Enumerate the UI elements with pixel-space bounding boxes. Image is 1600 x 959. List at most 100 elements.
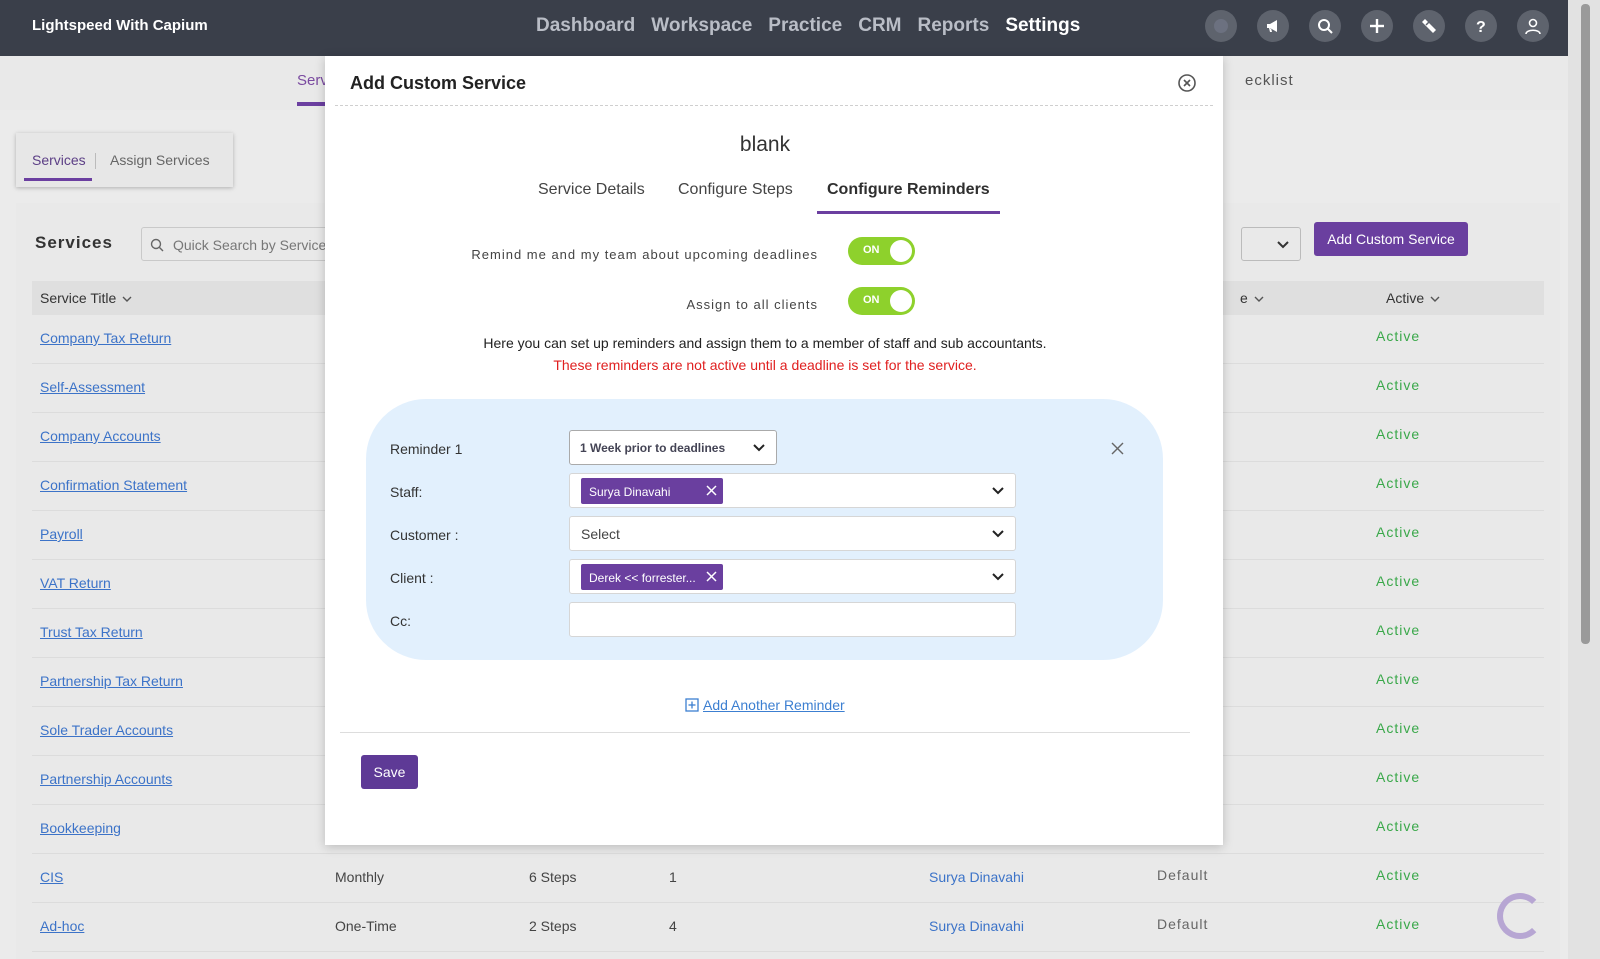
status-badge: Active bbox=[1376, 867, 1421, 883]
reminder-label: Reminder 1 bbox=[390, 441, 463, 457]
service-title-link[interactable]: Company Tax Return bbox=[40, 330, 171, 346]
nav-crm[interactable]: CRM bbox=[858, 15, 901, 37]
tab-service-details[interactable]: Service Details bbox=[538, 181, 645, 199]
close-icon[interactable] bbox=[1177, 73, 1197, 93]
chevron-down-icon bbox=[1277, 241, 1289, 249]
col-service-title[interactable]: Service Title bbox=[40, 290, 132, 306]
remove-chip-icon[interactable] bbox=[706, 571, 717, 582]
status-badge: Active bbox=[1376, 720, 1421, 736]
plus-icon[interactable] bbox=[1361, 10, 1393, 42]
add-another-reminder-label: Add Another Reminder bbox=[703, 697, 845, 713]
plus-square-icon bbox=[685, 698, 699, 712]
top-navbar: Lightspeed With Capium Dashboard Workspa… bbox=[0, 0, 1568, 56]
col-service-title-label: Service Title bbox=[40, 290, 117, 306]
service-title-link[interactable]: Bookkeeping bbox=[40, 820, 121, 836]
status-badge: Active bbox=[1376, 622, 1421, 638]
staff-chip-label: Surya Dinavahi bbox=[589, 485, 671, 499]
nav-practice[interactable]: Practice bbox=[768, 15, 842, 37]
chevron-down-icon bbox=[992, 530, 1004, 538]
quick-search-input[interactable]: Quick Search by Service bbox=[141, 227, 341, 261]
service-title-link[interactable]: Self-Assessment bbox=[40, 379, 145, 395]
status-icon[interactable] bbox=[1205, 10, 1237, 42]
svg-text:?: ? bbox=[1476, 19, 1486, 35]
status-badge: Active bbox=[1376, 426, 1421, 442]
subtab-services[interactable]: Serv bbox=[297, 72, 328, 89]
segment-assign-services[interactable]: Assign Services bbox=[110, 152, 210, 168]
help-icon[interactable]: ? bbox=[1465, 10, 1497, 42]
toggle-knob bbox=[890, 290, 912, 312]
segment-services[interactable]: Services bbox=[32, 152, 86, 168]
ticket-icon[interactable] bbox=[1413, 10, 1445, 42]
assign-all-clients-toggle[interactable]: ON bbox=[848, 287, 915, 315]
tab-configure-steps[interactable]: Configure Steps bbox=[678, 181, 793, 199]
status-badge: Active bbox=[1376, 769, 1421, 785]
nav-workspace[interactable]: Workspace bbox=[651, 15, 752, 37]
nav-settings[interactable]: Settings bbox=[1005, 15, 1080, 37]
owner-link[interactable]: Surya Dinavahi bbox=[929, 869, 1024, 885]
service-title-link[interactable]: Partnership Tax Return bbox=[40, 673, 183, 689]
cc-label: Cc: bbox=[390, 613, 411, 629]
service-title-link[interactable]: Ad-hoc bbox=[40, 918, 84, 934]
segment-underline bbox=[24, 178, 92, 181]
add-another-reminder-link[interactable]: Add Another Reminder bbox=[685, 697, 845, 713]
service-title-link[interactable]: Trust Tax Return bbox=[40, 624, 143, 640]
customer-label: Customer : bbox=[390, 527, 459, 543]
service-title-link[interactable]: Confirmation Statement bbox=[40, 477, 187, 493]
col-active[interactable]: Active bbox=[1386, 290, 1440, 306]
add-custom-service-button[interactable]: Add Custom Service bbox=[1314, 222, 1468, 256]
service-name: blank bbox=[739, 133, 791, 156]
client-multiselect[interactable]: Derek << forrester... bbox=[569, 559, 1016, 594]
owner-link[interactable]: Surya Dinavahi bbox=[929, 918, 1024, 934]
main-nav: Dashboard Workspace Practice CRM Reports… bbox=[536, 15, 1096, 37]
service-title-link[interactable]: Partnership Accounts bbox=[40, 771, 172, 787]
segment-divider bbox=[95, 153, 96, 169]
reminder-card: Reminder 1 1 Week prior to deadlines Sta… bbox=[366, 399, 1163, 660]
table-row: CIS Monthly 6 Steps 1 Surya Dinavahi Default A… bbox=[32, 854, 1544, 903]
service-title-link[interactable]: Sole Trader Accounts bbox=[40, 722, 173, 738]
staff-label: Staff: bbox=[390, 484, 423, 500]
client-chip-label: Derek << forrester... bbox=[589, 571, 696, 585]
assign-all-clients-label: Assign to all clients bbox=[686, 297, 818, 312]
filter-select[interactable] bbox=[1241, 227, 1301, 261]
subtab-checklist[interactable]: ecklist bbox=[1245, 72, 1294, 89]
search-icon[interactable] bbox=[1309, 10, 1341, 42]
cc-input[interactable] bbox=[569, 602, 1016, 637]
remove-reminder-icon[interactable] bbox=[1111, 442, 1124, 455]
reminder-period-select[interactable]: 1 Week prior to deadlines bbox=[569, 430, 777, 465]
remove-chip-icon[interactable] bbox=[706, 485, 717, 496]
status-badge: Active bbox=[1376, 916, 1421, 932]
staff-chip: Surya Dinavahi bbox=[581, 478, 723, 504]
chevron-down-icon bbox=[122, 296, 132, 303]
megaphone-icon[interactable] bbox=[1257, 10, 1289, 42]
tab-configure-reminders[interactable]: Configure Reminders bbox=[827, 181, 990, 199]
frequency-cell: One-Time bbox=[335, 918, 397, 934]
save-button[interactable]: Save bbox=[361, 755, 418, 789]
remind-team-toggle[interactable]: ON bbox=[848, 237, 915, 265]
status-badge: Active bbox=[1376, 475, 1421, 491]
service-title-link[interactable]: CIS bbox=[40, 869, 63, 885]
chevron-down-icon bbox=[992, 487, 1004, 495]
staff-multiselect[interactable]: Surya Dinavahi bbox=[569, 473, 1016, 508]
col-type[interactable]: e bbox=[1240, 290, 1264, 306]
services-segmented-control: Services Assign Services bbox=[16, 133, 233, 187]
chevron-down-icon bbox=[1430, 296, 1440, 303]
service-title-link[interactable]: VAT Return bbox=[40, 575, 111, 591]
service-title-link[interactable]: Payroll bbox=[40, 526, 83, 542]
scrollbar-thumb[interactable] bbox=[1581, 4, 1590, 644]
brand-logo-text[interactable]: Lightspeed With Capium bbox=[32, 17, 208, 34]
nav-dashboard[interactable]: Dashboard bbox=[536, 15, 635, 37]
reminder-warning-text: These reminders are not active until a d… bbox=[553, 357, 977, 373]
chevron-down-icon bbox=[992, 573, 1004, 581]
nav-reports[interactable]: Reports bbox=[918, 15, 990, 37]
chevron-down-icon bbox=[753, 444, 765, 452]
chat-widget-icon[interactable] bbox=[1497, 893, 1543, 939]
page-scrollbar[interactable] bbox=[1568, 0, 1600, 959]
client-chip: Derek << forrester... bbox=[581, 564, 723, 590]
search-placeholder: Quick Search by Service bbox=[173, 237, 327, 253]
modal-header-divider bbox=[335, 105, 1213, 106]
service-title-link[interactable]: Company Accounts bbox=[40, 428, 161, 444]
status-badge: Active bbox=[1376, 328, 1421, 344]
customer-select[interactable]: Select bbox=[569, 516, 1016, 551]
user-avatar-icon[interactable] bbox=[1517, 10, 1549, 42]
status-badge: Active bbox=[1376, 524, 1421, 540]
